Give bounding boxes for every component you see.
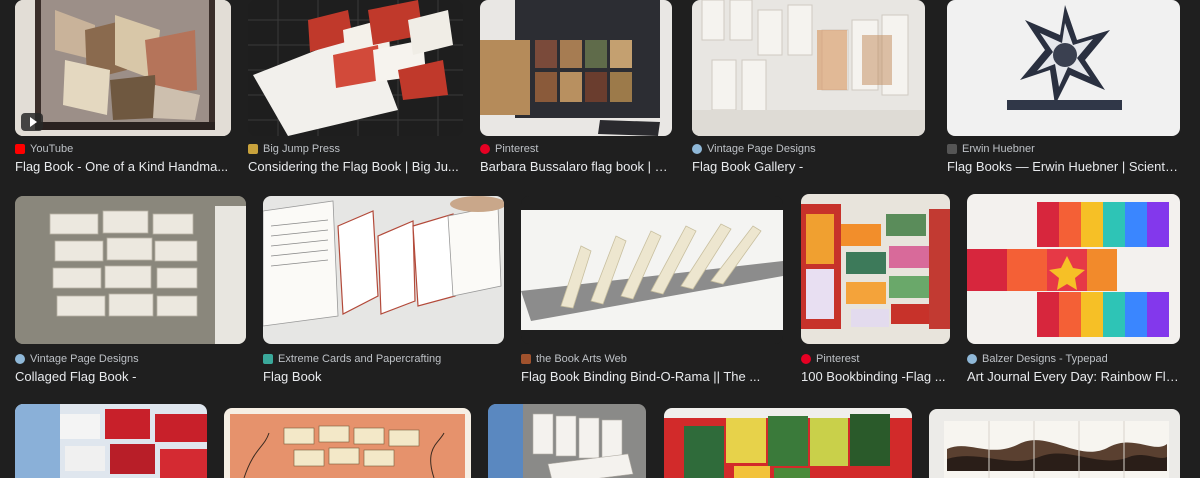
result-source[interactable]: Big Jump Press: [248, 143, 340, 155]
result-source[interactable]: Balzer Designs - Typepad: [967, 353, 1108, 365]
result-source[interactable]: Vintage Page Designs: [15, 353, 139, 365]
flag-book-image: [480, 0, 672, 136]
result-card[interactable]: [488, 404, 646, 478]
source-label: Pinterest: [816, 353, 860, 365]
result-card[interactable]: [664, 408, 912, 478]
result-thumbnail[interactable]: [480, 0, 672, 136]
result-thumbnail[interactable]: [947, 0, 1180, 136]
source-label: Big Jump Press: [263, 143, 341, 155]
flag-book-image: [967, 194, 1180, 344]
result-title[interactable]: Considering the Flag Book | Big Ju...: [248, 159, 463, 174]
flag-book-image: [521, 196, 783, 344]
flag-book-image: [15, 404, 207, 478]
flag-book-image: [263, 196, 504, 344]
youtube-favicon-icon: [15, 144, 25, 154]
balzer-designs-favicon-icon: [967, 354, 977, 364]
result-thumbnail[interactable]: [664, 408, 912, 478]
result-title[interactable]: Flag Book Binding Bind-O-Rama || The ...: [521, 369, 783, 384]
vintage-page-designs-favicon-icon: [692, 144, 702, 154]
result-title[interactable]: Barbara Bussalaro flag book | B...: [480, 159, 672, 174]
result-title[interactable]: Flag Books — Erwin Huebner | Scientist .…: [947, 159, 1180, 174]
flag-book-image: [947, 0, 1180, 136]
result-source[interactable]: Vintage Page Designs: [692, 143, 816, 155]
book-arts-web-favicon-icon: [521, 354, 531, 364]
result-title[interactable]: 100 Bookbinding -Flag ...: [801, 369, 950, 384]
result-card[interactable]: Pinterest Barbara Bussalaro flag book | …: [480, 0, 672, 178]
result-source[interactable]: YouTube: [15, 143, 73, 155]
result-source[interactable]: Pinterest: [801, 353, 859, 365]
result-title[interactable]: Art Journal Every Day: Rainbow Fla...: [967, 369, 1180, 384]
result-title[interactable]: Flag Book: [263, 369, 504, 384]
result-card[interactable]: [929, 409, 1180, 478]
source-label: Erwin Huebner: [962, 143, 1035, 155]
flag-book-image: [664, 408, 912, 478]
result-source[interactable]: Pinterest: [480, 143, 538, 155]
result-thumbnail[interactable]: [692, 0, 925, 136]
big-jump-press-favicon-icon: [248, 144, 258, 154]
play-icon: [21, 113, 43, 131]
source-label: the Book Arts Web: [536, 353, 627, 365]
result-thumbnail[interactable]: [224, 408, 471, 478]
flag-book-image: [15, 0, 231, 136]
source-label: YouTube: [30, 143, 74, 155]
result-thumbnail[interactable]: [521, 196, 783, 344]
result-title[interactable]: Flag Book - One of a Kind Handma...: [15, 159, 231, 174]
erwin-huebner-favicon-icon: [947, 144, 957, 154]
flag-book-image: [692, 0, 925, 136]
result-source[interactable]: Erwin Huebner: [947, 143, 1035, 155]
flag-book-image: [248, 0, 463, 136]
pinterest-favicon-icon: [480, 144, 490, 154]
source-label: Pinterest: [495, 143, 539, 155]
result-title[interactable]: Collaged Flag Book -: [15, 369, 246, 384]
source-label: Extreme Cards and Papercrafting: [278, 353, 442, 365]
flag-book-image: [801, 194, 950, 344]
result-card[interactable]: Pinterest 100 Bookbinding -Flag ...: [801, 194, 950, 386]
result-thumbnail[interactable]: [263, 196, 504, 344]
result-card[interactable]: Big Jump Press Considering the Flag Book…: [248, 0, 463, 178]
result-thumbnail[interactable]: [248, 0, 463, 136]
flag-book-image: [15, 196, 246, 344]
result-title[interactable]: Flag Book Gallery -: [692, 159, 925, 174]
result-card[interactable]: YouTube Flag Book - One of a Kind Handma…: [15, 0, 231, 178]
result-thumbnail[interactable]: [15, 404, 207, 478]
result-thumbnail[interactable]: [967, 194, 1180, 344]
result-card[interactable]: [15, 404, 207, 478]
flag-book-image: [929, 409, 1180, 478]
result-card[interactable]: [224, 408, 471, 478]
source-label: Vintage Page Designs: [707, 143, 816, 155]
result-card[interactable]: Erwin Huebner Flag Books — Erwin Huebner…: [947, 0, 1180, 178]
result-thumbnail[interactable]: [15, 0, 231, 136]
result-thumbnail[interactable]: [801, 194, 950, 344]
result-thumbnail[interactable]: [929, 409, 1180, 478]
result-source[interactable]: the Book Arts Web: [521, 353, 627, 365]
result-thumbnail[interactable]: [488, 404, 646, 478]
flag-book-image: [224, 408, 471, 478]
result-card[interactable]: the Book Arts Web Flag Book Binding Bind…: [521, 196, 783, 386]
result-card[interactable]: Balzer Designs - Typepad Art Journal Eve…: [967, 194, 1180, 386]
result-card[interactable]: Extreme Cards and Papercrafting Flag Boo…: [263, 196, 504, 386]
source-label: Balzer Designs - Typepad: [982, 353, 1108, 365]
vintage-page-designs-favicon-icon: [15, 354, 25, 364]
source-label: Vintage Page Designs: [30, 353, 139, 365]
result-thumbnail[interactable]: [15, 196, 246, 344]
pinterest-favicon-icon: [801, 354, 811, 364]
result-source[interactable]: Extreme Cards and Papercrafting: [263, 353, 441, 365]
result-card[interactable]: Vintage Page Designs Flag Book Gallery -: [692, 0, 925, 178]
extreme-cards-favicon-icon: [263, 354, 273, 364]
result-card[interactable]: Vintage Page Designs Collaged Flag Book …: [15, 196, 246, 386]
flag-book-image: [488, 404, 646, 478]
